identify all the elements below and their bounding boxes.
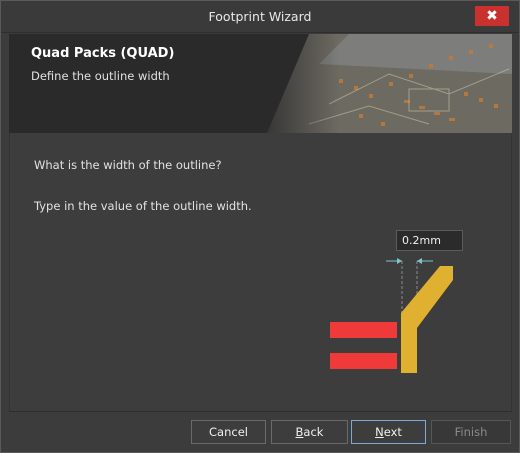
pad-shape (330, 322, 397, 338)
wizard-header: Quad Packs (QUAD) Define the outline wid… (9, 34, 512, 133)
wizard-footer: Cancel Back Next Finish (1, 413, 519, 452)
outline-width-instruction: Type in the value of the outline width. (34, 199, 252, 213)
step-subtitle: Define the outline width (31, 69, 170, 83)
outline-width-diagram (330, 258, 453, 373)
wizard-body: What is the width of the outline? Type i… (9, 133, 512, 412)
back-button[interactable]: Back (271, 420, 348, 444)
close-button[interactable]: ✖ (475, 6, 509, 26)
outline-width-question: What is the width of the outline? (34, 158, 222, 172)
close-icon: ✖ (486, 8, 498, 24)
cancel-button[interactable]: Cancel (191, 420, 266, 444)
finish-button: Finish (431, 420, 511, 444)
next-label-rest: ext (383, 425, 402, 439)
back-label-rest: ack (303, 425, 324, 439)
next-button[interactable]: Next (351, 420, 426, 444)
footprint-wizard-window: Footprint Wizard ✖ Quad Packs (QUAD) Def… (0, 0, 520, 453)
next-mnemonic: N (375, 425, 384, 439)
outline-width-input[interactable]: 0.2mm (396, 230, 463, 251)
pad-shape (330, 353, 397, 369)
window-title: Footprint Wizard (208, 9, 312, 24)
step-title: Quad Packs (QUAD) (31, 46, 175, 61)
title-bar[interactable]: Footprint Wizard ✖ (1, 1, 519, 33)
